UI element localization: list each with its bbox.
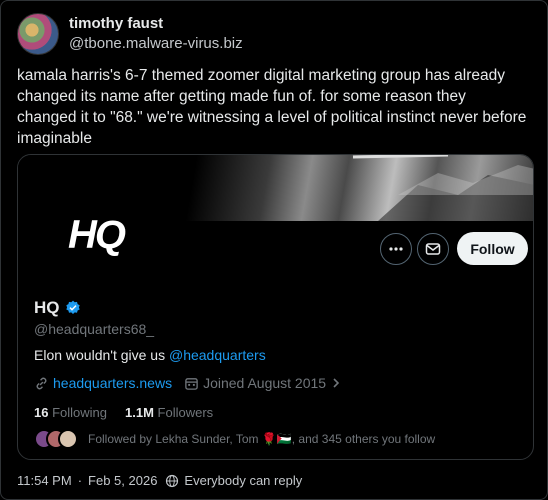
followed-by-row[interactable]: Followed by Lekha Sunder, Tom 🌹🇵🇸, and 3… (34, 429, 435, 449)
post-footer: 11:54 PM · Feb 5, 2026 Everybody can rep… (17, 473, 302, 488)
profile-avatar[interactable]: HQ (34, 173, 158, 297)
followers-label: Followers (157, 405, 214, 420)
post-frame: timothy faust @tbone.malware-virus.biz k… (0, 0, 548, 500)
reply-setting: Everybody can reply (184, 473, 303, 488)
author-info: timothy faust @tbone.malware-virus.biz (69, 14, 243, 54)
profile-bio: Elon wouldn't give us @headquarters (34, 347, 266, 363)
chevron-right-icon (333, 378, 340, 388)
globe-icon (166, 474, 179, 487)
follow-button[interactable]: Follow (457, 232, 528, 265)
followed-by-text: Followed by Lekha Sunder, Tom 🌹🇵🇸, and 3… (88, 432, 436, 446)
joined-item[interactable]: Joined August 2015 (184, 375, 346, 391)
following-label: Following (52, 405, 108, 420)
more-button[interactable] (380, 233, 412, 265)
website-link[interactable]: headquarters.news (53, 375, 172, 391)
following-count: 16 (34, 405, 49, 420)
joined-date: Joined August 2015 (203, 375, 327, 391)
followers-stat[interactable]: 1.1M Followers (125, 405, 213, 420)
profile-name[interactable]: HQ (34, 298, 60, 318)
embedded-profile-card[interactable]: HQ Follow HQ @headquarters68_ Elon would… (17, 154, 534, 460)
profile-name-row: HQ (34, 298, 81, 318)
profile-handle: @headquarters68_ (34, 321, 155, 337)
author-handle[interactable]: @tbone.malware-virus.biz (69, 34, 243, 54)
author-avatar[interactable] (17, 13, 59, 55)
message-button[interactable] (417, 233, 449, 265)
profile-avatar-logo: HQ (68, 212, 126, 257)
calendar-icon (185, 377, 198, 390)
author-name[interactable]: timothy faust (69, 14, 243, 34)
post-date[interactable]: Feb 5, 2026 (88, 473, 157, 488)
post-author: timothy faust @tbone.malware-virus.biz (17, 13, 243, 55)
profile-stats: 16 Following 1.1M Followers (34, 405, 231, 420)
more-icon (389, 247, 403, 251)
avatar (58, 429, 78, 449)
website-item[interactable]: headquarters.news (34, 375, 172, 391)
bio-text: Elon wouldn't give us (34, 347, 169, 363)
following-stat[interactable]: 16 Following (34, 405, 107, 420)
follower-avatars (34, 429, 80, 449)
envelope-icon (425, 243, 441, 255)
post-text: kamala harris's 6-7 themed zoomer digita… (17, 67, 527, 147)
verified-badge-icon (65, 300, 80, 314)
followers-count: 1.1M (125, 405, 154, 420)
bio-mention-link[interactable]: @headquarters (169, 347, 266, 363)
link-icon (36, 377, 47, 389)
separator: · (77, 473, 83, 488)
post-time[interactable]: 11:54 PM (17, 473, 72, 488)
profile-meta: headquarters.news Joined August 2015 (34, 375, 358, 391)
